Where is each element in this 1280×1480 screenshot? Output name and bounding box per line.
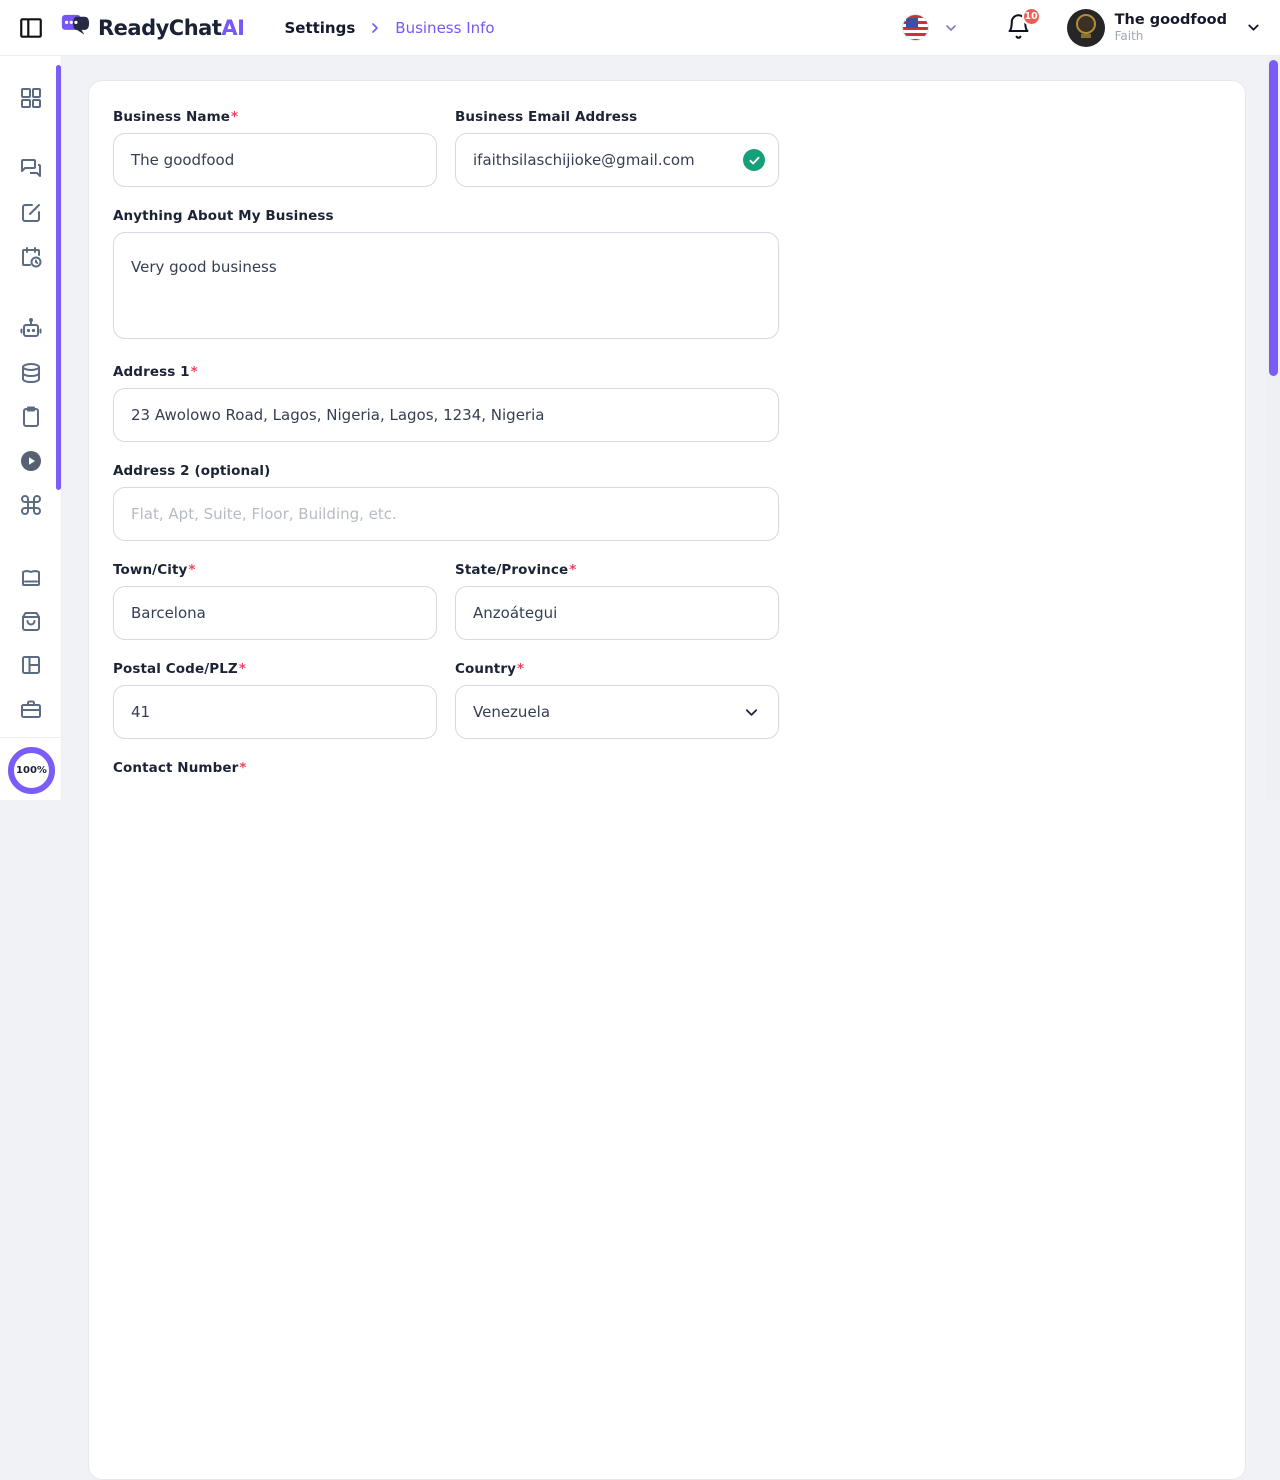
sidebar-item-chats-icon[interactable] [19, 157, 43, 181]
address1-field-group: Address 1* [113, 364, 779, 442]
sidebar-item-play-icon[interactable] [19, 449, 43, 473]
chat-bubble-logo-icon [58, 13, 92, 43]
sidebar-divider [0, 737, 61, 738]
postal-code-label: Postal Code/PLZ* [113, 661, 437, 677]
contact-number-field-group: Contact Number* [113, 760, 779, 776]
chevron-down-icon [943, 20, 959, 36]
business-info-form: Business Name* Business Email Address [113, 109, 779, 776]
required-asterisk: * [191, 364, 198, 380]
required-asterisk: * [569, 562, 576, 578]
state-province-label: State/Province* [455, 562, 779, 578]
sidebar-item-briefcase-icon[interactable] [19, 697, 43, 721]
notification-count-badge: 10 [1022, 7, 1041, 26]
breadcrumb-business-info[interactable]: Business Info [395, 19, 494, 37]
user-menu[interactable]: The goodfood Faith [1067, 9, 1262, 47]
town-city-field-group: Town/City* [113, 562, 437, 640]
about-business-textarea[interactable]: Very good business [113, 232, 779, 339]
language-selector[interactable] [902, 14, 959, 41]
sidebar-item-compose-icon[interactable] [19, 201, 43, 225]
sidebar-item-commands-icon[interactable] [19, 493, 43, 517]
user-name: The goodfood [1115, 12, 1227, 29]
business-name-label: Business Name* [113, 109, 437, 125]
business-info-form-card: Business Name* Business Email Address [88, 80, 1246, 1480]
notifications-button[interactable]: 10 [1005, 13, 1033, 43]
logo-text: ReadyChatAI [98, 16, 244, 40]
main-content: Business Name* Business Email Address [62, 56, 1280, 800]
country-selected-value: Venezuela [473, 703, 550, 721]
required-asterisk: * [239, 661, 246, 677]
postal-code-input[interactable] [113, 685, 437, 739]
page-scrollbar-thumb[interactable] [1269, 60, 1278, 376]
country-select[interactable]: Venezuela [455, 685, 779, 739]
chevron-down-icon [1245, 19, 1262, 36]
postal-code-field-group: Postal Code/PLZ* [113, 661, 437, 739]
address2-input[interactable] [113, 487, 779, 541]
business-email-field-group: Business Email Address [455, 109, 779, 187]
about-business-field-group: Anything About My Business Very good bus… [113, 208, 779, 343]
sidebar-toggle-icon[interactable] [18, 16, 44, 40]
town-city-input[interactable] [113, 586, 437, 640]
usage-progress-badge[interactable]: 100% [8, 747, 55, 794]
business-email-input[interactable] [455, 133, 779, 187]
contact-number-label: Contact Number* [113, 760, 779, 776]
sidebar-item-dashboard-icon[interactable] [19, 86, 43, 110]
address1-input[interactable] [113, 388, 779, 442]
required-asterisk: * [239, 760, 246, 776]
top-header: ReadyChatAI Settings Business Info 10 Th… [0, 0, 1280, 56]
sidebar-nav: 100% [0, 56, 62, 800]
us-flag-icon [902, 14, 929, 41]
sidebar-scrollbar-thumb[interactable] [56, 65, 61, 490]
sidebar-item-layout-icon[interactable] [19, 653, 43, 677]
chevron-right-icon [367, 20, 383, 36]
sidebar-item-clipboard-icon[interactable] [19, 405, 43, 429]
sidebar-item-bot-icon[interactable] [19, 316, 43, 340]
sidebar-item-store-icon[interactable] [19, 565, 43, 589]
state-province-input[interactable] [455, 586, 779, 640]
email-valid-check-icon [743, 149, 765, 171]
country-field-group: Country* Venezuela [455, 661, 779, 739]
business-name-field-group: Business Name* [113, 109, 437, 187]
required-asterisk: * [231, 109, 238, 125]
town-city-label: Town/City* [113, 562, 437, 578]
chevron-down-icon [742, 703, 761, 722]
user-subtitle: Faith [1115, 29, 1227, 43]
sidebar-item-database-icon[interactable] [19, 361, 43, 385]
required-asterisk: * [517, 661, 524, 677]
state-province-field-group: State/Province* [455, 562, 779, 640]
business-email-label: Business Email Address [455, 109, 779, 125]
sidebar-item-calendar-icon[interactable] [19, 245, 43, 269]
required-asterisk: * [188, 562, 195, 578]
address2-label: Address 2 (optional) [113, 463, 779, 479]
business-name-input[interactable] [113, 133, 437, 187]
address1-label: Address 1* [113, 364, 779, 380]
address2-field-group: Address 2 (optional) [113, 463, 779, 541]
readychat-logo[interactable]: ReadyChatAI [58, 13, 244, 43]
breadcrumb-settings[interactable]: Settings [284, 19, 355, 37]
breadcrumb: Settings Business Info [284, 19, 494, 37]
about-business-label: Anything About My Business [113, 208, 779, 224]
country-label: Country* [455, 661, 779, 677]
avatar [1067, 9, 1105, 47]
user-info: The goodfood Faith [1115, 12, 1227, 43]
sidebar-item-shopping-bag-icon[interactable] [19, 609, 43, 633]
